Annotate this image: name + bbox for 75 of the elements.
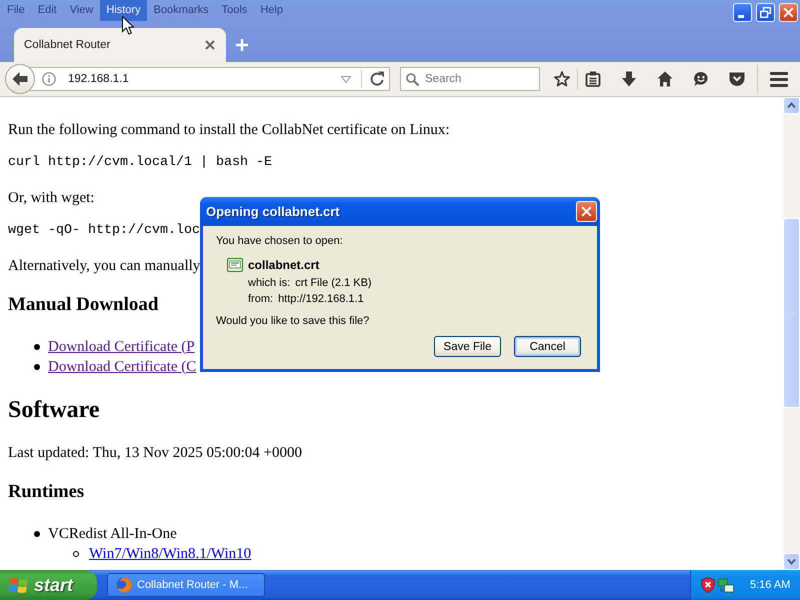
body-text: Last updated: Thu, 13 Nov 2025 05:00:04 +0000 [8,444,302,462]
globe-icon [116,577,132,593]
text-link[interactable]: Download Certificate (P [48,338,195,356]
body-text: Or, with wget: [8,189,94,207]
subsection-heading: Runtimes [8,481,84,503]
body-text: Run the following command to install the CollabNet certificate on Linux: [8,121,450,139]
chevron-shield-icon [729,71,745,87]
dialog-text: You have chosen to open: [216,234,343,248]
text-link[interactable]: Download Certificate (C [48,358,196,376]
section-title: Software [8,396,100,424]
back-button[interactable] [5,64,35,94]
start-button[interactable]: start [0,570,97,600]
close-button[interactable] [779,3,798,22]
reload-icon [369,71,385,87]
file-name: collabnet.crt [248,258,320,272]
taskbar-button[interactable]: Collabnet Router - M... [107,573,265,597]
text-link[interactable]: Win7/Win8/Win8.1/Win10 [89,546,252,562]
dialog-button[interactable]: Save File [434,336,501,357]
list-item: VCRedist All-In-One [48,526,177,542]
shield-icon[interactable] [701,577,715,593]
plus-icon [236,39,248,51]
search-icon [406,73,419,86]
field-value: crt File (2.1 KB) [295,277,372,289]
chevron-up-icon [787,102,796,109]
minimize-icon [738,15,744,18]
info-icon[interactable] [42,72,56,86]
scroll-up-button[interactable] [783,97,800,114]
menu-icon [770,70,788,88]
flag-icon [9,576,28,594]
menu-item[interactable]: Help [254,0,289,21]
circle-bullet-icon [73,551,79,557]
scrollbar[interactable] [783,97,800,570]
search-field[interactable]: Search [400,67,540,91]
bullet-icon [34,344,40,350]
scroll-down-button[interactable] [783,553,800,570]
smiley-bubble-icon [693,71,709,87]
scrollbar-thumb[interactable] [783,218,800,408]
menu-item[interactable]: File [1,0,31,21]
field-label: which is: [248,277,290,289]
bullet-icon [34,531,40,537]
menu-item[interactable]: History [100,0,147,21]
clipboard-icon [585,71,601,87]
pointer-cursor-icon [122,16,134,35]
menu-item[interactable]: View [64,0,100,21]
restore-button[interactable] [756,3,775,22]
section-heading: Manual Download [8,293,158,317]
body-text: Alternatively, you can manually [8,257,200,275]
house-icon [657,71,673,87]
chevron-down-icon [787,558,796,564]
field-value: http://192.168.1.1 [278,293,364,305]
bullet-icon [34,364,40,370]
network-icon[interactable] [718,578,734,592]
menu-item[interactable]: Bookmarks [148,0,215,21]
browser-tab[interactable]: Collabnet Router [14,28,226,62]
back-arrow-icon [12,71,28,87]
dialog-title: Opening collabnet.crt [206,204,341,219]
certificate-file-icon [227,258,243,272]
code-line: curl http://cvm.local/1 | bash -E [8,155,272,171]
dialog-button[interactable]: Cancel [514,336,581,357]
clock: 5:16 AM [750,579,790,591]
menu-item[interactable]: Tools [216,0,254,21]
address-field[interactable]: 192.168.1.1 [29,67,390,91]
field-label: from: [248,293,274,305]
close-icon [205,40,215,50]
menu-item[interactable]: Edit [32,0,63,21]
restore-icon [760,7,771,18]
code-line: wget -qO- http://cvm.loc [8,223,200,239]
down-arrow-icon [621,71,637,87]
close-icon [581,206,592,217]
dialog-text: Would you like to save this file? [216,314,370,328]
minimize-button[interactable] [733,3,752,22]
close-icon [783,7,794,18]
dropdown-icon[interactable] [341,76,351,83]
reload-button[interactable] [368,70,386,88]
star-icon [554,71,570,87]
